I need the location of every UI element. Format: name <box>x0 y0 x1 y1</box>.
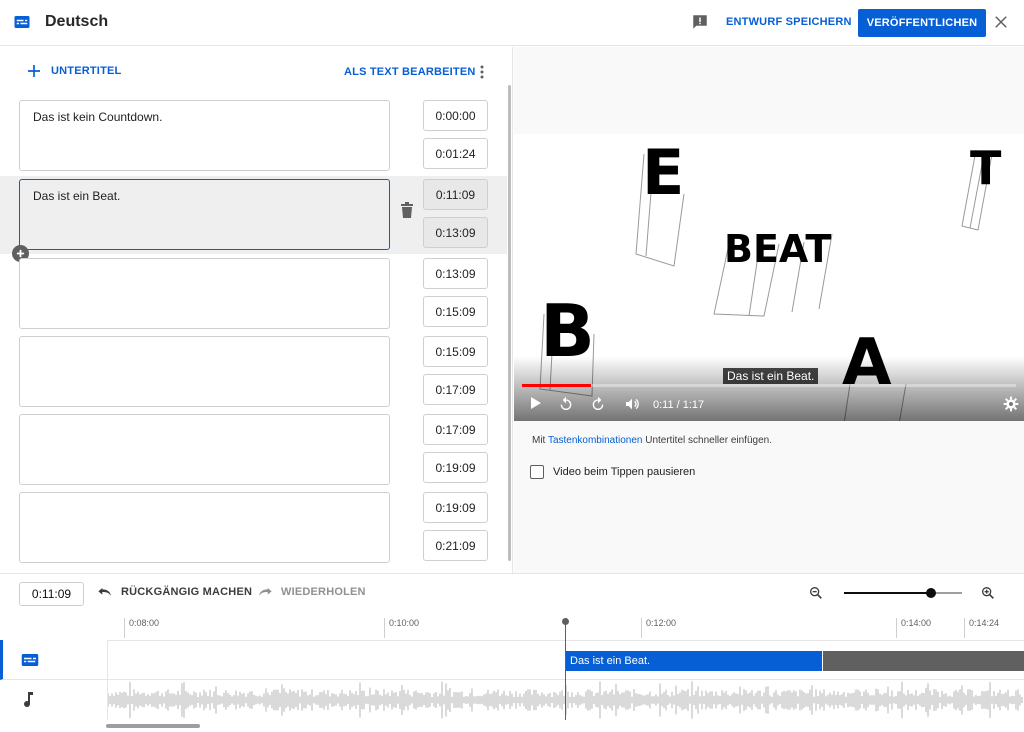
add-subtitle-button[interactable]: UNTERTITEL <box>26 63 121 79</box>
timeline-panel: 0:11:09 RÜCKGÄNGIG MACHEN WIEDERHOLEN 0:… <box>0 573 1024 732</box>
subtitle-track-label <box>0 640 108 680</box>
plus-icon <box>28 65 40 77</box>
edit-as-text-button[interactable]: ALS TEXT BEARBEITEN <box>344 66 476 78</box>
video-panel: E T BEAT B A Das ist ein Beat. 0:11 / 1:… <box>514 47 1024 573</box>
redo-icon <box>259 588 272 596</box>
zoom-slider[interactable] <box>844 588 962 598</box>
pause-label: Video beim Tippen pausieren <box>553 466 696 478</box>
end-time-field[interactable]: 0:01:24 <box>423 138 488 169</box>
ruler-tick: 0:14:24 <box>964 618 999 638</box>
more-vert-icon[interactable] <box>478 63 486 86</box>
play-icon[interactable] <box>530 396 542 415</box>
delete-icon[interactable] <box>400 202 414 223</box>
end-time-field[interactable]: 0:13:09 <box>423 217 488 248</box>
start-time-field[interactable]: 0:19:09 <box>423 492 488 523</box>
audio-track-label <box>0 680 108 720</box>
end-time-field[interactable]: 0:17:09 <box>423 374 488 405</box>
start-time-field[interactable]: 0:11:09 <box>423 179 488 210</box>
subtitle-row: Das ist kein Countdown. 0:00:00 0:01:24 <box>0 100 507 178</box>
ruler-tick: 0:08:00 <box>124 618 159 638</box>
zoom-slider-knob[interactable] <box>926 588 936 598</box>
publish-button[interactable]: VERÖFFENTLICHEN <box>858 9 986 37</box>
subtitles-track-icon <box>21 653 39 666</box>
subtitle-row-active: Das ist ein Beat. 0:11:09 0:13:09 <box>0 176 507 254</box>
subtitle-editor-panel: UNTERTITEL ALS TEXT BEARBEITEN Das ist k… <box>0 47 513 573</box>
forward-5-icon[interactable] <box>590 396 606 417</box>
playhead-handle[interactable] <box>562 618 569 625</box>
save-draft-button[interactable]: ENTWURF SPEICHERN <box>726 16 852 28</box>
pause-checkbox[interactable] <box>530 465 544 479</box>
subtitle-text-field[interactable] <box>19 336 390 407</box>
feedback-icon[interactable] <box>691 13 709 36</box>
ruler-tick: 0:10:00 <box>384 618 419 638</box>
end-time-field[interactable]: 0:21:09 <box>423 530 488 561</box>
ruler-tick: 0:12:00 <box>641 618 676 638</box>
shortcut-hint: Mit Tastenkombinationen Untertitel schne… <box>532 435 772 446</box>
subtitle-text-field[interactable] <box>19 414 390 485</box>
subtitle-text-field[interactable]: Das ist ein Beat. <box>19 179 390 250</box>
start-time-field[interactable]: 0:15:09 <box>423 336 488 367</box>
current-time-field[interactable]: 0:11:09 <box>19 582 84 606</box>
volume-icon[interactable] <box>624 396 640 417</box>
subtitle-text-field[interactable] <box>19 492 390 563</box>
track-labels <box>0 640 108 720</box>
subtitle-row: 0:13:09 0:15:09 <box>0 258 507 336</box>
start-time-field[interactable]: 0:00:00 <box>423 100 488 131</box>
language-title: Deutsch <box>45 13 109 30</box>
subtitle-text-field[interactable] <box>19 258 390 329</box>
progress-played <box>522 384 592 387</box>
pause-while-typing[interactable]: Video beim Tippen pausieren <box>530 465 695 479</box>
settings-gear-icon[interactable] <box>1003 396 1019 417</box>
subtitle-track[interactable]: Das ist ein Beat. <box>108 640 1024 680</box>
hint-prefix: Mit <box>532 435 548 446</box>
audio-waveform <box>108 681 1023 719</box>
video-frame[interactable]: E T BEAT B A Das ist ein Beat. 0:11 / 1:… <box>514 134 1024 421</box>
zoom-out-icon[interactable] <box>808 585 824 606</box>
end-time-field[interactable]: 0:19:09 <box>423 452 488 483</box>
music-note-icon <box>24 692 33 708</box>
close-icon[interactable] <box>992 13 1010 36</box>
start-time-field[interactable]: 0:17:09 <box>423 414 488 445</box>
undo-icon <box>98 588 111 596</box>
shortcuts-link[interactable]: Tastenkombinationen <box>548 435 643 446</box>
subtitle-text-field[interactable]: Das ist kein Countdown. <box>19 100 390 171</box>
ruler-tick: 0:14:00 <box>896 618 931 638</box>
start-time-field[interactable]: 0:13:09 <box>423 258 488 289</box>
timeline-scrollbar[interactable] <box>106 724 200 728</box>
frame-letter-e: E <box>642 136 684 209</box>
subtitle-segment-empty[interactable] <box>823 651 1024 671</box>
zoom-slider-rest <box>932 592 962 594</box>
player-timecode: 0:11 / 1:17 <box>653 399 705 411</box>
undo-button[interactable]: RÜCKGÄNGIG MACHEN <box>97 586 252 598</box>
caption-overlay: Das ist ein Beat. <box>723 368 819 384</box>
frame-word-beat: BEAT <box>724 227 831 271</box>
replay-5-icon[interactable] <box>558 396 574 417</box>
add-subtitle-label: UNTERTITEL <box>51 65 122 77</box>
subtitle-segment-active[interactable]: Das ist ein Beat. <box>566 651 822 671</box>
zoom-in-icon[interactable] <box>980 585 996 606</box>
redo-button[interactable]: WIEDERHOLEN <box>257 586 366 598</box>
editor-header: Deutsch ENTWURF SPEICHERN VERÖFFENTLICHE… <box>0 0 1024 46</box>
redo-label: WIEDERHOLEN <box>281 586 366 598</box>
frame-letter-t: T <box>970 141 1002 195</box>
undo-label: RÜCKGÄNGIG MACHEN <box>121 586 253 598</box>
player-controls: 0:11 / 1:17 <box>514 392 1024 418</box>
hint-suffix: Untertitel schneller einfügen. <box>642 435 772 446</box>
progress-bar[interactable] <box>522 384 1016 387</box>
subtitles-icon <box>13 13 31 36</box>
subtitle-row: 0:17:09 0:19:09 <box>0 414 507 492</box>
playhead[interactable] <box>562 618 569 720</box>
subtitle-row: 0:15:09 0:17:09 <box>0 336 507 414</box>
end-time-field[interactable]: 0:15:09 <box>423 296 488 327</box>
editor-scrollbar[interactable] <box>508 85 511 561</box>
subtitle-row: 0:19:09 0:21:09 <box>0 492 507 570</box>
